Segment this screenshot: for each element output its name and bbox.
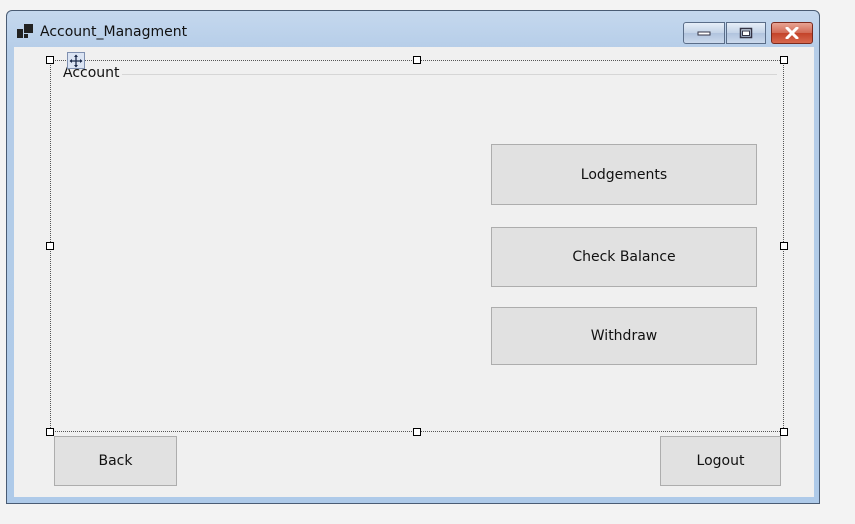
selection-handle-bottom-center[interactable] bbox=[413, 428, 421, 436]
withdraw-button[interactable]: Withdraw bbox=[491, 307, 757, 365]
logout-button[interactable]: Logout bbox=[660, 436, 781, 486]
lodgements-button[interactable]: Lodgements bbox=[491, 144, 757, 205]
selection-handle-top-center[interactable] bbox=[413, 56, 421, 64]
check-balance-button[interactable]: Check Balance bbox=[491, 227, 757, 287]
maximize-button[interactable] bbox=[726, 22, 766, 44]
move-arrows-icon bbox=[69, 54, 83, 67]
selection-handle-middle-right[interactable] bbox=[780, 242, 788, 250]
back-button[interactable]: Back bbox=[54, 436, 177, 486]
move-handle-icon[interactable] bbox=[67, 52, 85, 69]
selection-handle-bottom-right[interactable] bbox=[780, 428, 788, 436]
selection-handle-bottom-left[interactable] bbox=[46, 428, 54, 436]
minimize-button[interactable] bbox=[683, 22, 725, 44]
maximize-icon bbox=[739, 27, 753, 39]
window-title: Account_Managment bbox=[40, 24, 188, 40]
form-client-area: Account Lodgements Check Balance Withdra… bbox=[14, 47, 814, 497]
close-icon bbox=[785, 27, 799, 39]
selection-handle-top-left[interactable] bbox=[46, 56, 54, 64]
form-window: Account_Managment Account Lodgements Che… bbox=[6, 10, 820, 504]
groupbox-border bbox=[63, 74, 777, 75]
app-icon bbox=[17, 24, 33, 38]
minimize-icon bbox=[697, 31, 711, 36]
title-bar[interactable]: Account_Managment bbox=[7, 11, 819, 47]
account-groupbox[interactable]: Account Lodgements Check Balance Withdra… bbox=[50, 60, 784, 432]
selection-handle-middle-left[interactable] bbox=[46, 242, 54, 250]
close-button[interactable] bbox=[771, 22, 813, 44]
selection-handle-top-right[interactable] bbox=[780, 56, 788, 64]
